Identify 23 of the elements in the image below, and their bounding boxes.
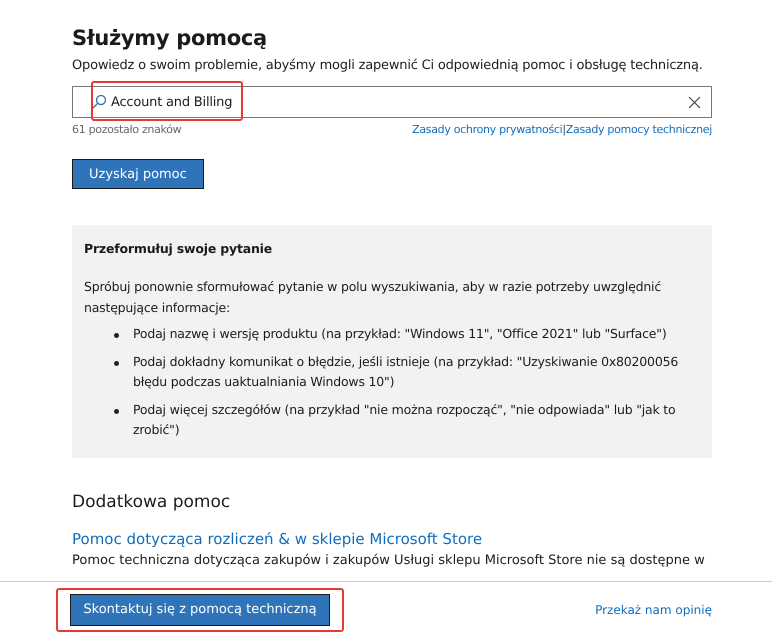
notice-item: Podaj nazwę i wersję produktu (na przykład: "Windows 11", "Office 2021" lub "Surface") xyxy=(133,325,666,343)
contact-support-button[interactable]: Skontaktuj się z pomocą techniczną xyxy=(70,594,330,626)
billing-help-description: Pomoc techniczna dotycząca zakupów i zakupów Usługi sklepu Microsoft Store nie są dostępne w xyxy=(72,553,706,569)
link-separator: | xyxy=(562,123,566,136)
billing-help-link[interactable]: Pomoc dotycząca rozliczeń & w sklepie Microsoft Store xyxy=(72,530,712,548)
section-title: Dodatkowa pomoc xyxy=(72,492,232,512)
get-help-button[interactable]: Uzyskaj pomoc xyxy=(72,159,204,189)
bullet-icon xyxy=(114,409,119,414)
bullet-icon xyxy=(114,361,119,366)
page-subtitle: Opowiedz o swoim problemie, abyśmy mogli zapewnić Ci odpowiednią pomoc i obsługę techniczną. xyxy=(72,58,704,73)
search-value: Account and Billing xyxy=(111,94,232,110)
notice-text: Spróbuj ponownie sformułować pytanie w polu wyszukiwania, aby w razie potrzeby uwzględnić następujące informacje: xyxy=(84,278,662,317)
clear-icon[interactable] xyxy=(688,96,701,108)
notice-item: Podaj dokładny komunikat o błędzie, jeśli istnieje (na przykład: "Uzyskiwanie 0x80200056 błędu podczas uaktualniania Windows 10") xyxy=(133,353,680,391)
page-title: Służymy pomocą xyxy=(72,26,268,50)
search-icon xyxy=(91,94,107,110)
notice-item: Podaj więcej szczegółów (na przykład "nie można rozpocząć", "nie odpowiada" lub "jak to zrobić") xyxy=(133,401,676,439)
bullet-icon xyxy=(114,333,119,338)
character-counter: 61 pozostało znaków xyxy=(72,123,182,136)
privacy-link[interactable]: Zasady ochrony prywatności xyxy=(412,123,562,136)
support-policy-link[interactable]: Zasady pomocy technicznej xyxy=(566,123,712,136)
feedback-link[interactable]: Przekaż nam opinię xyxy=(595,602,712,617)
notice-title: Przeformułuj swoje pytanie xyxy=(84,241,274,256)
